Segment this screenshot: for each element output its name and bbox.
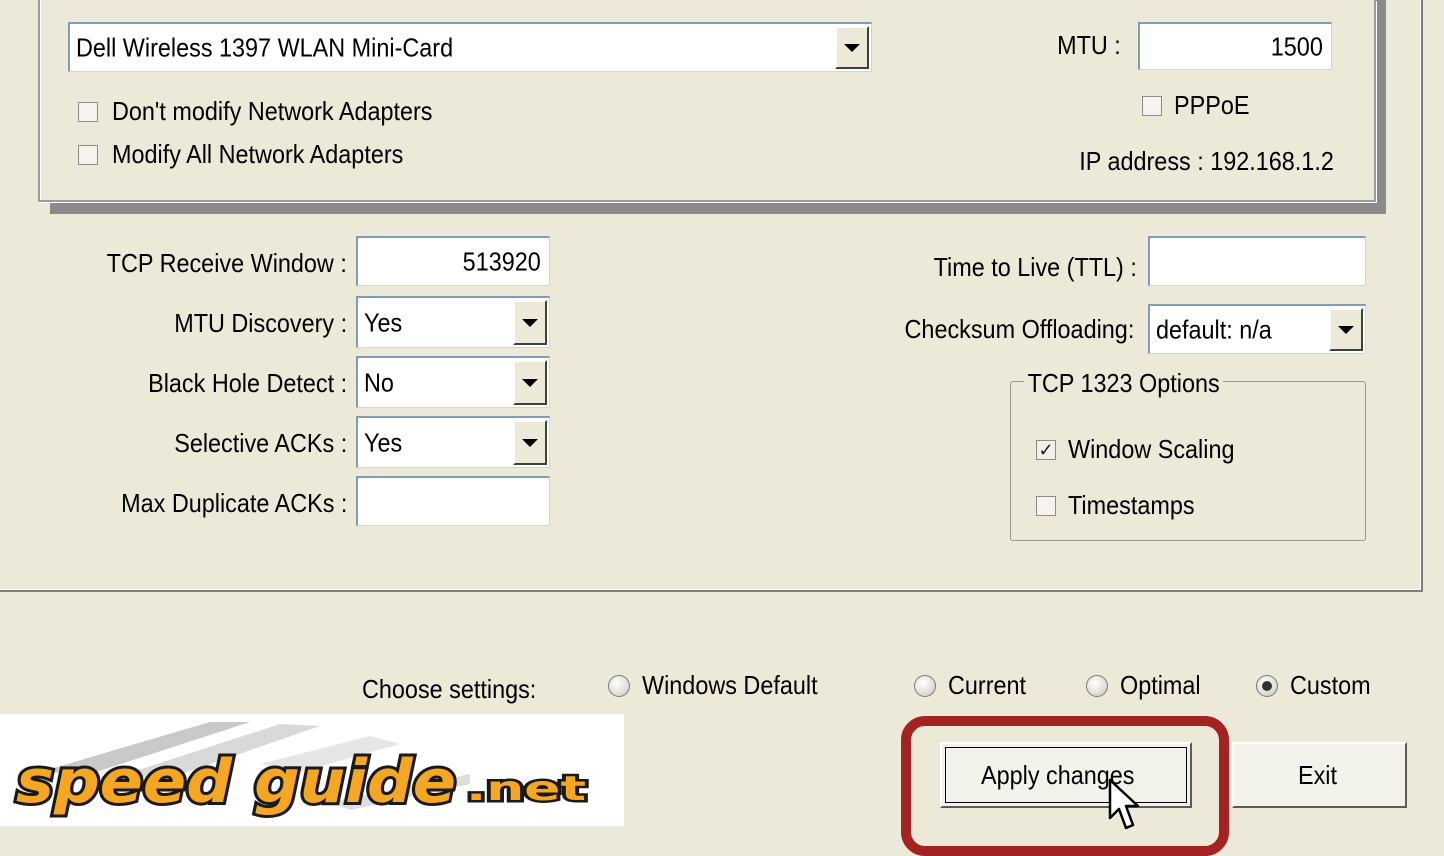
exit-label: Exit [1297,759,1337,790]
chevron-down-icon[interactable] [513,420,547,465]
radio-optimal-label: Optimal [1120,670,1201,700]
pppoe-checkbox[interactable] [1142,95,1162,116]
checksum-offloading-value: default: n/a [1156,314,1272,344]
chevron-down-icon[interactable] [513,360,547,405]
mtu-discovery-select[interactable]: Yes [356,296,550,348]
chevron-down-icon[interactable] [1329,308,1363,351]
radio-selected-dot [1262,680,1272,691]
timestamps-checkbox[interactable] [1036,495,1056,516]
window-scaling-option[interactable]: ✓ Window Scaling [1036,434,1253,465]
mtu-input[interactable]: 1500 [1138,22,1332,70]
window-scaling-label: Window Scaling [1068,434,1235,464]
pppoe-option[interactable]: PPPoE [1142,90,1258,121]
dont-modify-adapters-checkbox[interactable] [78,101,98,122]
checksum-offloading-select[interactable]: default: n/a [1148,304,1366,354]
black-hole-detect-label: Black Hole Detect : [148,368,347,398]
radio-windows-default-circle[interactable] [608,674,630,697]
black-hole-detect-select[interactable]: No [356,356,550,408]
chevron-down-icon[interactable] [835,26,869,69]
modify-all-adapters-label: Modify All Network Adapters [112,139,404,169]
radio-custom-circle[interactable] [1256,674,1278,697]
checkmark-icon: ✓ [1038,439,1054,460]
tcp-receive-window-input[interactable]: 513920 [356,236,550,286]
timestamps-option[interactable]: Timestamps [1036,490,1209,521]
tcp-receive-window-label: TCP Receive Window : [106,248,347,278]
radio-optimal-circle[interactable] [1086,674,1108,697]
logo-main-text: speed guide [16,747,456,817]
speedguide-logo: speed guide .net [0,714,624,826]
radio-optimal[interactable]: Optimal [1086,670,1210,701]
ttl-input[interactable] [1148,236,1366,286]
ip-address-text: IP address : 192.168.1.2 [1079,146,1334,176]
ttl-label: Time to Live (TTL) : [933,252,1137,282]
window-scaling-checkbox[interactable]: ✓ [1036,439,1056,460]
modify-all-adapters-option[interactable]: Modify All Network Adapters [78,139,436,170]
radio-current[interactable]: Current [914,670,1035,701]
black-hole-detect-value: No [364,367,394,397]
choose-settings-label: Choose settings: [362,674,537,704]
mtu-label: MTU : [1057,30,1121,60]
tcp-1323-options-legend: TCP 1323 Options [1024,368,1224,399]
radio-current-label: Current [948,670,1027,700]
network-adapter-select[interactable]: Dell Wireless 1397 WLAN Mini-Card [68,22,872,72]
radio-custom-label: Custom [1290,670,1371,700]
mouse-pointer-icon [1108,778,1142,839]
checksum-offloading-label: Checksum Offloading: [904,314,1134,344]
radio-windows-default[interactable]: Windows Default [608,670,837,701]
mtu-value: 1500 [1270,31,1323,61]
network-adapter-value: Dell Wireless 1397 WLAN Mini-Card [76,32,454,62]
timestamps-label: Timestamps [1068,490,1195,520]
radio-custom[interactable]: Custom [1256,670,1380,701]
pppoe-label: PPPoE [1174,90,1250,120]
exit-button[interactable]: Exit [1232,742,1407,808]
selective-acks-label: Selective ACKs : [174,428,347,458]
max-duplicate-acks-input[interactable] [356,476,550,526]
adapter-panel-shadow [50,200,1386,214]
mtu-discovery-label: MTU Discovery : [174,308,347,338]
logo-suffix-text: .net [466,769,586,809]
dont-modify-adapters-option[interactable]: Don't modify Network Adapters [78,96,468,127]
tcp-receive-window-value: 513920 [462,246,541,276]
dont-modify-adapters-label: Don't modify Network Adapters [112,96,433,126]
speedguide-logo-graphic: speed guide .net [13,722,589,820]
chevron-down-icon[interactable] [513,300,547,345]
mtu-discovery-value: Yes [364,307,403,337]
selective-acks-select[interactable]: Yes [356,416,550,468]
modify-all-adapters-checkbox[interactable] [78,144,98,165]
selective-acks-value: Yes [364,427,403,457]
apply-highlight-outline [901,716,1229,856]
radio-windows-default-label: Windows Default [642,670,818,700]
max-duplicate-acks-label: Max Duplicate ACKs : [120,488,347,518]
radio-current-circle[interactable] [914,674,936,697]
